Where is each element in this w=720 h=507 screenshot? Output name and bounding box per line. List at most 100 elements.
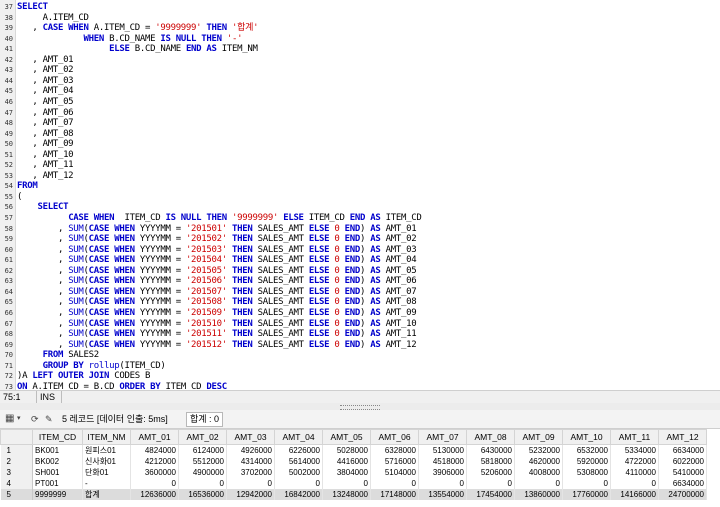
code-line[interactable]: 40 WHEN B.CD_NAME IS NULL THEN '-' <box>0 34 720 45</box>
code-line[interactable]: 70 FROM SALES2 <box>0 350 720 361</box>
code-line[interactable]: 47 , AMT_06 <box>0 108 720 119</box>
code-line[interactable]: 61 , SUM(CASE WHEN YYYYMM = '201504' THE… <box>0 255 720 266</box>
table-cell[interactable]: 9999999 <box>32 489 83 500</box>
code-line[interactable]: 60 , SUM(CASE WHEN YYYYMM = '201503' THE… <box>0 245 720 256</box>
column-header[interactable]: AMT_01 <box>130 429 179 445</box>
table-cell[interactable]: 4620000 <box>514 456 563 467</box>
table-cell[interactable]: 0 <box>562 478 611 489</box>
code-line[interactable]: 46 , AMT_05 <box>0 97 720 108</box>
table-cell[interactable]: 4008000 <box>514 467 563 478</box>
code-line[interactable]: 58 , SUM(CASE WHEN YYYYMM = '201501' THE… <box>0 224 720 235</box>
table-cell[interactable]: 4824000 <box>130 444 179 456</box>
code-line[interactable]: 38 A.ITEM_CD <box>0 13 720 24</box>
table-cell[interactable]: 5130000 <box>418 444 467 456</box>
table-cell[interactable]: 0 <box>274 478 323 489</box>
table-cell[interactable]: 17760000 <box>562 489 611 500</box>
table-cell[interactable]: 4518000 <box>418 456 467 467</box>
table-row[interactable]: 1 BK001 원피스01 4824000 6124000 4926000 6226000 5… <box>0 444 707 456</box>
table-cell[interactable]: 4416000 <box>322 456 371 467</box>
table-cell[interactable]: 3804000 <box>322 467 371 478</box>
code-line[interactable]: 71 GROUP BY rollup(ITEM_CD) <box>0 361 720 372</box>
code-line[interactable]: 68 , SUM(CASE WHEN YYYYMM = '201511' THE… <box>0 329 720 340</box>
code-line[interactable]: 52 , AMT_11 <box>0 160 720 171</box>
code-line[interactable]: 57 CASE WHEN ITEM_CD IS NULL THEN '99999… <box>0 213 720 224</box>
code-line[interactable]: 72)A LEFT OUTER JOIN CODES B <box>0 371 720 382</box>
table-cell[interactable]: 합계 <box>82 489 131 500</box>
table-cell[interactable]: BK001 <box>32 444 83 456</box>
table-cell[interactable]: 원피스01 <box>82 444 131 456</box>
table-cell[interactable]: 13860000 <box>514 489 563 500</box>
table-cell[interactable]: 5614000 <box>274 456 323 467</box>
table-cell[interactable]: 4926000 <box>226 444 275 456</box>
table-cell[interactable]: 신사화01 <box>82 456 131 467</box>
code-line[interactable]: 53 , AMT_12 <box>0 171 720 182</box>
column-header[interactable]: AMT_05 <box>322 429 371 445</box>
table-cell[interactable]: 3702000 <box>226 467 275 478</box>
table-cell[interactable]: 0 <box>226 478 275 489</box>
table-cell[interactable]: 14166000 <box>610 489 659 500</box>
table-cell[interactable]: 5002000 <box>274 467 323 478</box>
code-line[interactable]: 42 , AMT_01 <box>0 55 720 66</box>
table-cell[interactable]: 4900000 <box>178 467 227 478</box>
column-header[interactable]: ITEM_NM <box>82 429 131 445</box>
table-cell[interactable]: 0 <box>610 478 659 489</box>
table-cell[interactable]: 0 <box>130 478 179 489</box>
table-cell[interactable]: 0 <box>514 478 563 489</box>
column-header[interactable]: AMT_07 <box>418 429 467 445</box>
table-cell[interactable]: 5410000 <box>658 467 707 478</box>
code-line[interactable]: 55 ( <box>0 192 720 203</box>
table-cell[interactable]: 13554000 <box>418 489 467 500</box>
code-line[interactable]: 43 , AMT_02 <box>0 65 720 76</box>
refresh-icon[interactable]: ⟳ <box>31 413 39 425</box>
column-header[interactable]: AMT_06 <box>370 429 419 445</box>
result-grid[interactable]: ITEM_CD ITEM_NM AMT_01 AMT_02 AMT_03 AMT_04 AM… <box>0 429 720 507</box>
table-cell[interactable]: 5334000 <box>610 444 659 456</box>
export-icon[interactable]: ✎ <box>45 413 53 425</box>
table-cell[interactable]: 6124000 <box>178 444 227 456</box>
table-cell[interactable]: 5512000 <box>178 456 227 467</box>
code-line[interactable]: 62 , SUM(CASE WHEN YYYYMM = '201505' THE… <box>0 266 720 277</box>
row-number[interactable]: 1 <box>0 444 33 456</box>
code-line[interactable]: 45 , AMT_04 <box>0 86 720 97</box>
table-cell[interactable]: 24700000 <box>658 489 707 500</box>
table-cell[interactable]: 5232000 <box>514 444 563 456</box>
table-cell[interactable]: 5716000 <box>370 456 419 467</box>
table-cell[interactable]: 5028000 <box>322 444 371 456</box>
code-line[interactable]: 39 , CASE WHEN A.ITEM_CD = '9999999' THE… <box>0 23 720 34</box>
table-cell[interactable]: 단화01 <box>82 467 131 478</box>
table-row[interactable]: 4 PT001-0 0 0 0 0 0 0 0 0 0 0 6634000 <box>0 478 707 489</box>
code-line[interactable]: 41 ELSE B.CD_NAME END AS ITEM_NM <box>0 44 720 55</box>
table-cell[interactable]: 5206000 <box>466 467 515 478</box>
sql-editor[interactable]: 37 SELECT 38 A.ITEM_CD 39 , CASE WHEN A.ITE… <box>0 0 720 390</box>
table-cell[interactable]: 0 <box>178 478 227 489</box>
table-cell[interactable]: 4314000 <box>226 456 275 467</box>
table-cell[interactable]: 6226000 <box>274 444 323 456</box>
code-line[interactable]: 65 , SUM(CASE WHEN YYYYMM = '201508' THE… <box>0 297 720 308</box>
table-cell[interactable]: 5308000 <box>562 467 611 478</box>
table-cell[interactable]: BK002 <box>32 456 83 467</box>
table-cell[interactable]: 4722000 <box>610 456 659 467</box>
table-cell[interactable]: SH001 <box>32 467 83 478</box>
code-line[interactable]: 49 , AMT_08 <box>0 129 720 140</box>
table-cell[interactable]: 5104000 <box>370 467 419 478</box>
table-row[interactable]: 5 9999999 합계 12636000 16536000 12942000 168420… <box>0 489 707 500</box>
table-cell[interactable]: 4110000 <box>610 467 659 478</box>
table-cell[interactable]: 0 <box>418 478 467 489</box>
table-cell[interactable]: 6634000 <box>658 478 707 489</box>
code-line[interactable]: 66 , SUM(CASE WHEN YYYYMM = '201509' THE… <box>0 308 720 319</box>
table-cell[interactable]: 16536000 <box>178 489 227 500</box>
table-cell[interactable]: 3906000 <box>418 467 467 478</box>
table-cell[interactable]: PT001 <box>32 478 83 489</box>
code-line[interactable]: 37 SELECT <box>0 2 720 13</box>
table-cell[interactable]: 6634000 <box>658 444 707 456</box>
column-header[interactable]: AMT_10 <box>562 429 611 445</box>
table-cell[interactable]: 4212000 <box>130 456 179 467</box>
table-row[interactable]: 2 BK002 신사화01 4212000 5512000 4314000 5614000 4… <box>0 456 707 467</box>
code-line[interactable]: 63 , SUM(CASE WHEN YYYYMM = '201506' THE… <box>0 276 720 287</box>
row-number[interactable]: 5 <box>0 489 33 500</box>
column-header[interactable]: AMT_03 <box>226 429 275 445</box>
grid-menu-dropdown-icon[interactable]: ▾ <box>17 413 21 425</box>
row-number[interactable]: 2 <box>0 456 33 467</box>
code-line[interactable]: 73 ON A.ITEM_CD = B.CD ORDER BY ITEM_CD D… <box>0 382 720 390</box>
code-line[interactable]: 56 SELECT <box>0 202 720 213</box>
